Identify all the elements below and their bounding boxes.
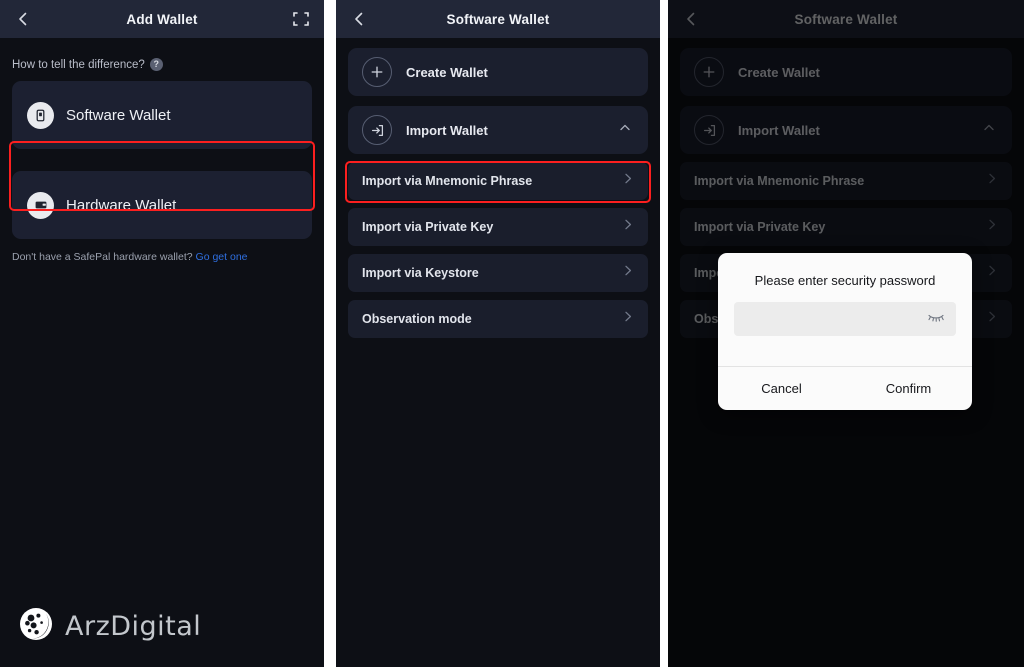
import-options-list: Import via Mnemonic Phrase Import via Pr… bbox=[348, 162, 648, 338]
chevron-up-icon[interactable] bbox=[618, 121, 632, 140]
go-get-one-link[interactable]: Go get one bbox=[196, 251, 248, 263]
plus-icon bbox=[362, 57, 392, 87]
scan-frame-icon[interactable] bbox=[292, 10, 310, 28]
list-item-label: Import via Keystore bbox=[362, 266, 479, 280]
list-item-label: Observation mode bbox=[362, 312, 472, 326]
panel-divider-1 bbox=[324, 0, 336, 667]
row-import-wallet[interactable]: Import Wallet bbox=[348, 106, 648, 154]
chevron-right-icon bbox=[621, 264, 635, 283]
password-input-wrapper[interactable] bbox=[734, 302, 956, 336]
eye-closed-icon[interactable] bbox=[926, 310, 946, 329]
dialog-actions: Cancel Confirm bbox=[718, 366, 972, 410]
chevron-right-icon bbox=[621, 172, 635, 191]
list-item-label: Import via Mnemonic Phrase bbox=[362, 174, 533, 188]
arzdigital-logo-icon bbox=[18, 606, 54, 647]
chevron-right-icon bbox=[621, 310, 635, 329]
option-hardware-wallet[interactable]: Hardware Wallet bbox=[12, 171, 312, 239]
page-title: Software Wallet bbox=[446, 11, 550, 27]
safepal-footnote-text: Don't have a SafePal hardware wallet? bbox=[12, 251, 193, 263]
option-software-wallet[interactable]: Software Wallet bbox=[12, 81, 312, 149]
import-arrow-icon bbox=[362, 115, 392, 145]
option-software-wallet-label: Software Wallet bbox=[66, 106, 171, 124]
panel-add-wallet: Add Wallet How to tell the difference? ? bbox=[0, 0, 324, 667]
back-icon[interactable] bbox=[14, 10, 32, 28]
difference-hint[interactable]: How to tell the difference? ? bbox=[12, 58, 312, 71]
safepal-footnote: Don't have a SafePal hardware wallet? Go… bbox=[12, 251, 312, 263]
list-item-import-keystore[interactable]: Import via Keystore bbox=[348, 254, 648, 292]
panel-divider-2 bbox=[660, 0, 668, 667]
confirm-button[interactable]: Confirm bbox=[845, 367, 972, 410]
screenshot-root: Add Wallet How to tell the difference? ? bbox=[0, 0, 1024, 667]
security-password-dialog: Please enter security password Cancel Co… bbox=[718, 253, 972, 410]
option-hardware-wallet-label: Hardware Wallet bbox=[66, 196, 177, 214]
panel1-appbar: Add Wallet bbox=[0, 0, 324, 38]
list-item-observation-mode[interactable]: Observation mode bbox=[348, 300, 648, 338]
phone-wallet-icon bbox=[27, 101, 54, 129]
chevron-right-icon bbox=[621, 218, 635, 237]
arzdigital-watermark: ArzDigital bbox=[18, 606, 201, 647]
list-item-import-mnemonic[interactable]: Import via Mnemonic Phrase bbox=[348, 162, 648, 200]
panel-password-dialog: Software Wallet Create Wallet bbox=[668, 0, 1024, 667]
back-icon[interactable] bbox=[350, 10, 368, 28]
page-title: Add Wallet bbox=[126, 11, 198, 27]
dialog-title: Please enter security password bbox=[754, 273, 936, 288]
row-create-wallet[interactable]: Create Wallet bbox=[348, 48, 648, 96]
panel2-appbar: Software Wallet bbox=[336, 0, 660, 38]
cancel-button[interactable]: Cancel bbox=[718, 367, 845, 410]
row-create-wallet-label: Create Wallet bbox=[406, 64, 488, 80]
help-icon[interactable]: ? bbox=[149, 58, 163, 71]
device-wallet-icon bbox=[27, 191, 54, 219]
list-item-label: Import via Private Key bbox=[362, 220, 494, 234]
panel2-body: Create Wallet Import Wallet Import via M… bbox=[336, 38, 660, 338]
panel-software-wallet: Software Wallet Create Wallet Import Wal… bbox=[336, 0, 660, 667]
arzdigital-logo-text: ArzDigital bbox=[65, 611, 202, 642]
row-import-wallet-label: Import Wallet bbox=[406, 122, 488, 138]
difference-hint-label: How to tell the difference? bbox=[12, 58, 145, 71]
panel1-body: How to tell the difference? ? Software W… bbox=[0, 58, 324, 263]
list-item-import-private-key[interactable]: Import via Private Key bbox=[348, 208, 648, 246]
